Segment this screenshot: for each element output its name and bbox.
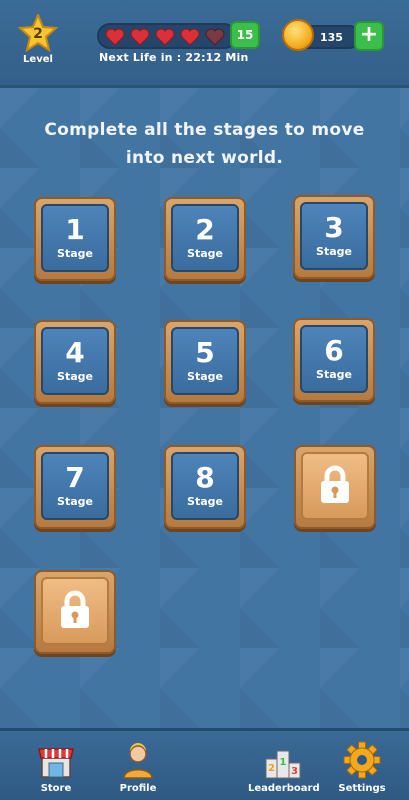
lives-bar xyxy=(97,23,237,49)
stage-number: 2 xyxy=(195,213,215,246)
svg-text:2: 2 xyxy=(268,763,275,774)
star-icon: 2 xyxy=(18,14,58,52)
svg-text:3: 3 xyxy=(291,766,298,777)
stage-number: 3 xyxy=(324,211,344,244)
nav-profile-label: Profile xyxy=(119,783,157,794)
top-bar: 2 Level 15 Next Life in : 22:12 Min 135 … xyxy=(0,0,409,88)
stage-number: 8 xyxy=(195,461,215,494)
instruction-heading: Complete all the stages to move into nex… xyxy=(20,116,389,172)
nav-store[interactable]: Store xyxy=(21,741,91,794)
svg-text:1: 1 xyxy=(280,757,287,768)
stage-button-3[interactable]: 3 Stage xyxy=(293,195,375,279)
stage-button-locked-10[interactable] xyxy=(34,570,116,654)
profile-icon xyxy=(103,741,173,779)
nav-leaderboard-label: Leaderboard xyxy=(248,783,320,794)
bottom-nav: Store Profile 1 2 3 Leaderboard Settings xyxy=(0,728,409,800)
instruction-line-1: Complete all the stages to move xyxy=(44,120,365,140)
coin-count: 135 xyxy=(320,31,343,44)
level-indicator[interactable]: 2 Level xyxy=(18,14,58,70)
stage-number: 4 xyxy=(65,336,85,369)
heart-icon xyxy=(180,28,200,46)
nav-store-label: Store xyxy=(40,783,72,794)
nav-profile[interactable]: Profile xyxy=(103,741,173,794)
stage-number: 6 xyxy=(324,334,344,367)
heart-icon xyxy=(130,28,150,46)
store-icon xyxy=(21,741,91,779)
nav-settings-label: Settings xyxy=(338,783,386,794)
stage-button-5[interactable]: 5 Stage xyxy=(164,320,246,404)
stage-label: Stage xyxy=(57,370,93,383)
gear-icon xyxy=(327,741,397,779)
lock-icon xyxy=(58,589,92,633)
stage-button-locked-9[interactable] xyxy=(294,445,376,529)
heart-icon xyxy=(105,28,125,46)
stage-label: Stage xyxy=(316,368,352,381)
stage-number: 7 xyxy=(65,461,85,494)
stage-label: Stage xyxy=(187,370,223,383)
stage-button-8[interactable]: 8 Stage xyxy=(164,445,246,529)
stage-label: Stage xyxy=(187,247,223,260)
stage-label: Stage xyxy=(187,495,223,508)
stage-label: Stage xyxy=(57,247,93,260)
stage-button-7[interactable]: 7 Stage xyxy=(34,445,116,529)
stage-number: 5 xyxy=(195,336,215,369)
stage-button-2[interactable]: 2 Stage xyxy=(164,197,246,281)
coin-icon xyxy=(282,19,314,51)
lock-icon xyxy=(318,464,352,508)
stage-number: 1 xyxy=(65,213,85,246)
stage-label: Stage xyxy=(57,495,93,508)
stage-label: Stage xyxy=(316,245,352,258)
next-life-timer: Next Life in : 22:12 Min xyxy=(99,51,249,64)
nav-leaderboard[interactable]: 1 2 3 Leaderboard xyxy=(248,741,320,794)
nav-settings[interactable]: Settings xyxy=(327,741,397,794)
add-coins-button[interactable]: + xyxy=(354,21,384,51)
stage-button-6[interactable]: 6 Stage xyxy=(293,318,375,402)
stage-button-4[interactable]: 4 Stage xyxy=(34,320,116,404)
podium-icon: 1 2 3 xyxy=(248,741,318,779)
heart-icon xyxy=(155,28,175,46)
level-label: Level xyxy=(23,54,53,65)
heart-empty-icon xyxy=(205,28,225,46)
lives-count-badge: 15 xyxy=(230,21,260,49)
level-number: 2 xyxy=(33,26,43,42)
instruction-line-2: into next world. xyxy=(125,148,284,168)
stage-button-1[interactable]: 1 Stage xyxy=(34,197,116,281)
